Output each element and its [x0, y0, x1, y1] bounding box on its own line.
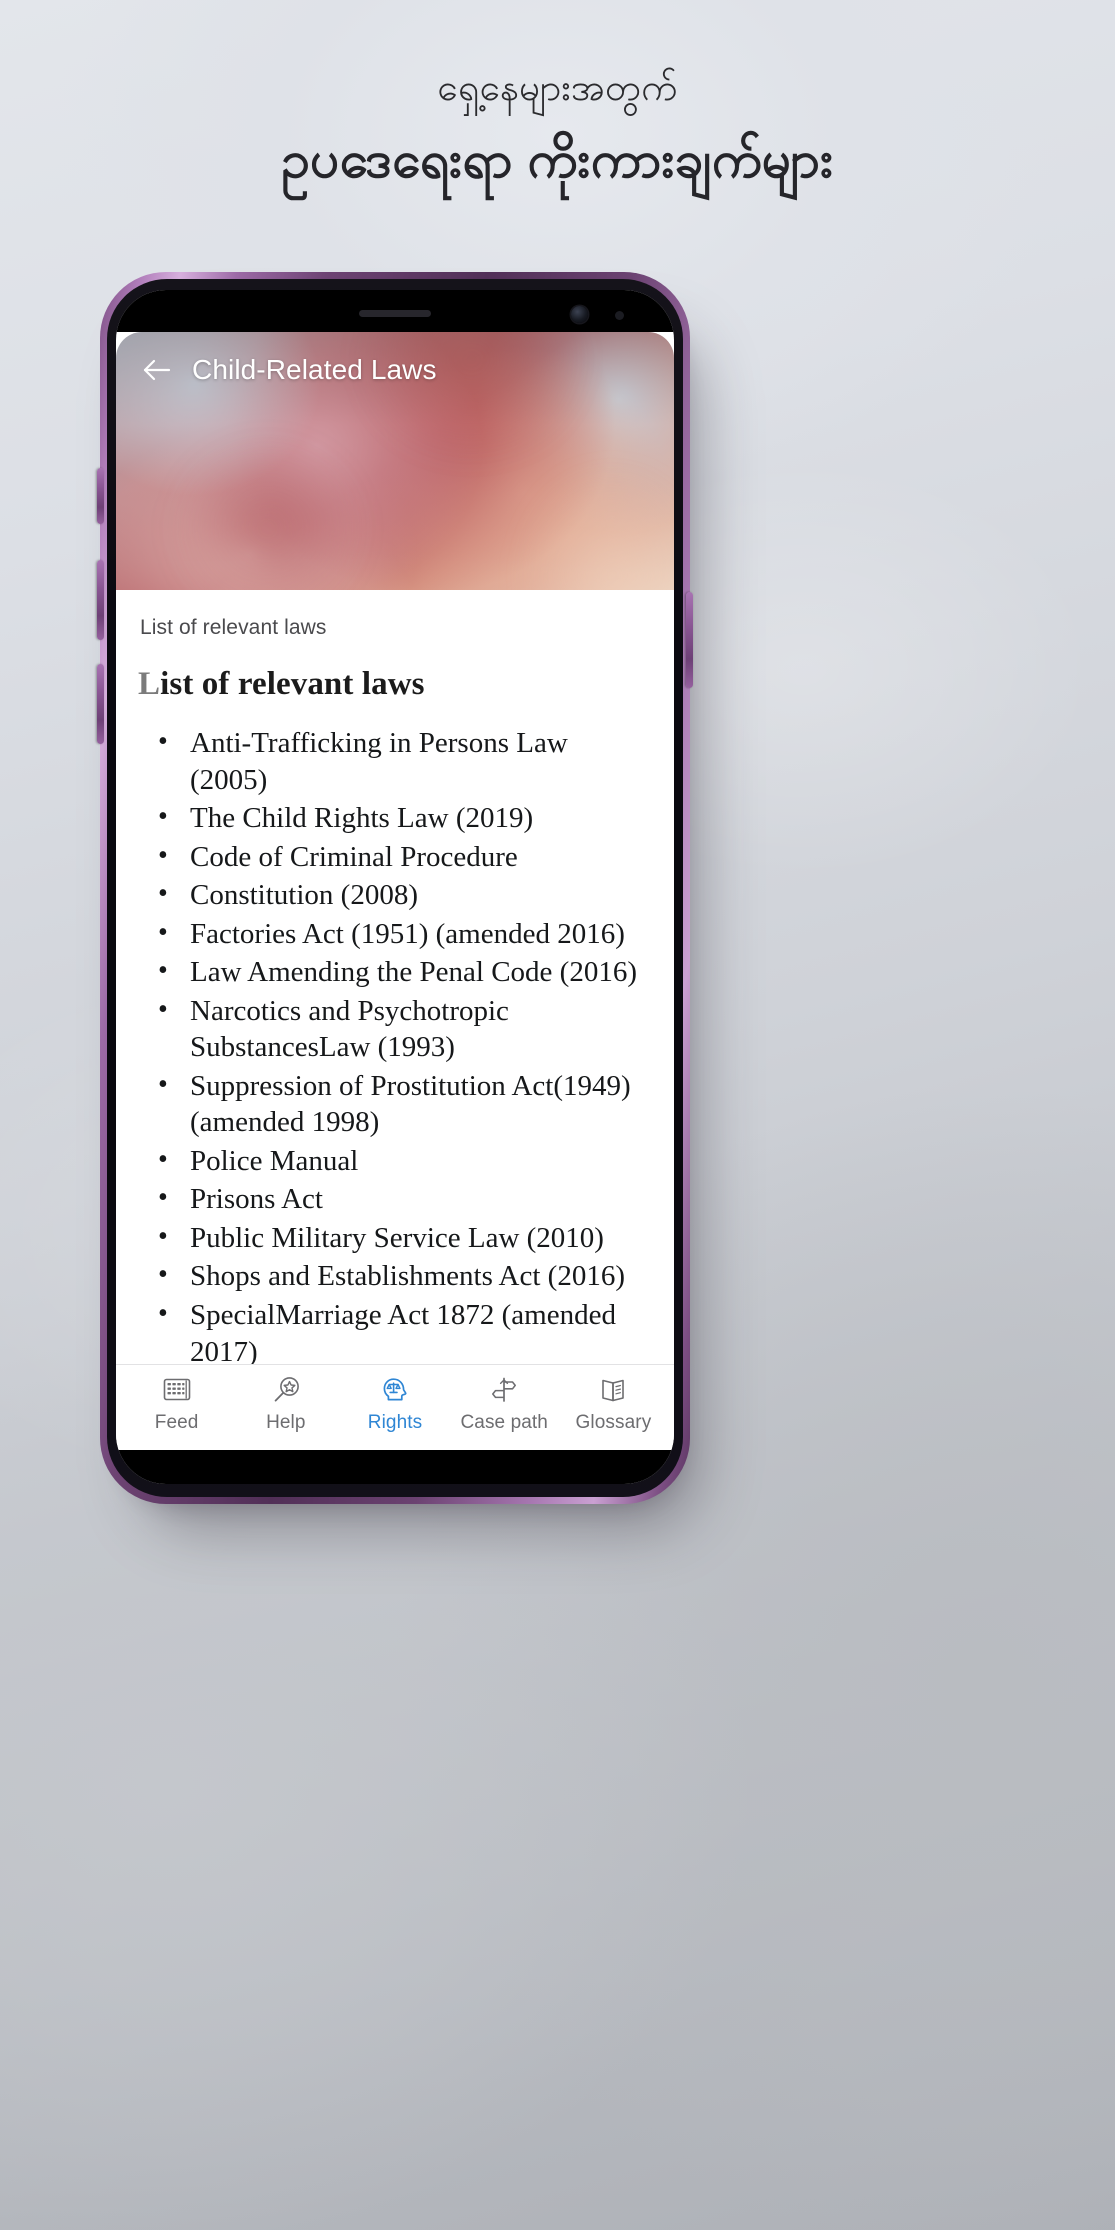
list-item[interactable]: Suppression of Prostitution Act(1949) (a… — [158, 1067, 652, 1141]
list-item[interactable]: Shops and Establishments Act (2016) — [158, 1257, 652, 1295]
list-item[interactable]: Public Military Service Law (2010) — [158, 1219, 652, 1257]
screen-chin — [116, 1450, 674, 1484]
proximity-sensor — [615, 311, 624, 320]
list-item[interactable]: Narcotics and Psychotropic SubstancesLaw… — [158, 992, 652, 1066]
back-button[interactable] — [134, 347, 180, 393]
phone-screen: Child-Related Laws List of relevant laws… — [116, 290, 674, 1484]
phone-frame: Child-Related Laws List of relevant laws… — [97, 272, 693, 1504]
list-item[interactable]: Law Amending the Penal Code (2016) — [158, 953, 652, 991]
nav-item-feed[interactable]: Feed — [122, 1373, 231, 1434]
volume-up-button[interactable] — [97, 664, 104, 744]
list-item[interactable]: SpecialMarriage Act 1872 (amended 2017) — [158, 1296, 652, 1364]
breadcrumb: List of relevant laws — [140, 616, 327, 639]
bottom-navigation: Feed Help Rights Case path Glossary — [116, 1364, 674, 1450]
hero-image: Child-Related Laws — [116, 332, 674, 590]
magnifier-star-icon — [271, 1373, 301, 1407]
signpost-icon — [489, 1373, 519, 1407]
bixby-button[interactable] — [97, 468, 104, 524]
feed-grid-icon — [162, 1373, 192, 1407]
nav-label: Rights — [367, 1412, 423, 1433]
list-item[interactable]: Anti-Trafficking in Persons Law (2005) — [158, 724, 652, 798]
headline-title: ဥပဒေရေးရာ ကိုးကားချက်များ — [281, 130, 834, 188]
nav-item-glossary[interactable]: Glossary — [559, 1373, 668, 1434]
list-item[interactable]: Prisons Act — [158, 1180, 652, 1218]
nav-label: Case path — [460, 1412, 548, 1433]
list-item[interactable]: Police Manual — [158, 1142, 652, 1180]
list-item[interactable]: Factories Act (1951) (amended 2016) — [158, 915, 652, 953]
phone-mockup: Child-Related Laws List of relevant laws… — [97, 272, 693, 1504]
nav-item-help[interactable]: Help — [231, 1373, 340, 1434]
content-area: List of relevant laws List of relevant l… — [116, 590, 674, 1364]
list-item[interactable]: Code of Criminal Procedure — [158, 838, 652, 876]
list-item[interactable]: Constitution (2008) — [158, 876, 652, 914]
nav-label: Feed — [154, 1412, 199, 1433]
nav-label: Help — [266, 1412, 306, 1433]
open-book-icon — [598, 1373, 628, 1407]
nav-item-case-path[interactable]: Case path — [450, 1373, 559, 1434]
head-scales-icon — [380, 1373, 410, 1407]
poster-headline: ရှေ့နေများအတွက် ဥပဒေရေးရာ ကိုးကားချက်မျာ… — [0, 62, 1115, 195]
nav-item-rights[interactable]: Rights — [340, 1373, 449, 1434]
earpiece-speaker — [359, 310, 431, 317]
status-strip — [116, 290, 674, 332]
nav-label: Glossary — [575, 1412, 652, 1433]
app-bar-title: Child-Related Laws — [192, 354, 437, 385]
volume-down-button[interactable] — [97, 560, 104, 640]
phone-bezel: Child-Related Laws List of relevant laws… — [107, 279, 683, 1497]
page-title: List of relevant laws — [138, 666, 425, 702]
headline-subtitle: ရှေ့နေများအတွက် — [437, 67, 678, 108]
power-button[interactable] — [686, 592, 693, 688]
law-list: Anti-Trafficking in Persons Law (2005) T… — [138, 724, 652, 1364]
arrow-left-icon — [143, 359, 171, 381]
list-item[interactable]: The Child Rights Law (2019) — [158, 799, 652, 837]
front-camera — [571, 306, 588, 323]
app-bar: Child-Related Laws — [116, 332, 674, 408]
